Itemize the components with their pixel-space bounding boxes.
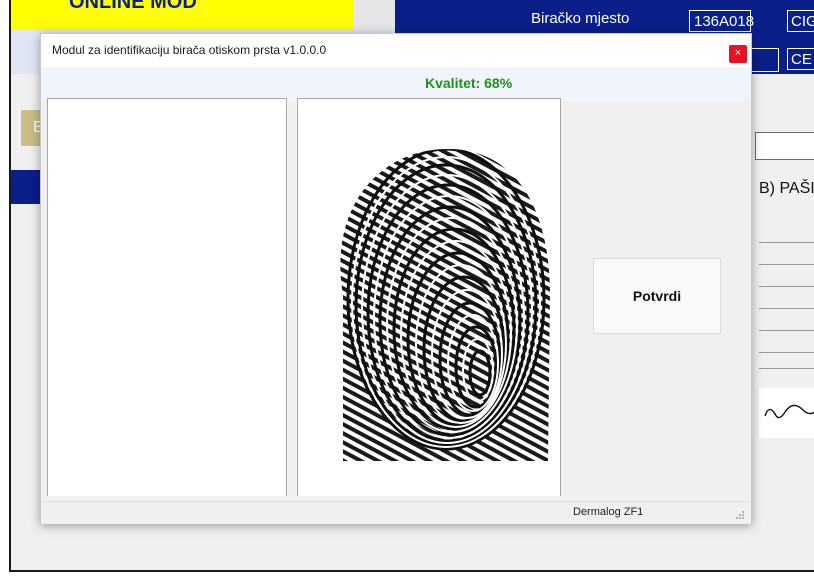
voter-name-fragment: B) PAŠI( — [759, 180, 814, 197]
reference-fingerprint-panel — [47, 98, 287, 496]
form-line — [759, 352, 814, 353]
fingerprint-image — [340, 149, 550, 461]
resize-grip-icon[interactable] — [735, 510, 745, 520]
header-field-top-right: CIG — [787, 10, 814, 32]
device-status: Dermalog ZF1 — [573, 506, 644, 518]
dialog-titlebar[interactable]: Modul za identifikaciju birača otiskom p… — [41, 34, 751, 67]
polling-station-value: 136A018 — [689, 10, 754, 32]
fingerprint-dialog: Modul za identifikaciju birača otiskom p… — [40, 33, 752, 524]
form-line — [759, 330, 814, 331]
signature-area — [759, 388, 814, 438]
header-field-second-right: CE — [787, 48, 814, 70]
dialog-header-area — [41, 67, 751, 101]
signature-image — [764, 404, 814, 419]
close-icon: × — [734, 47, 742, 59]
close-button[interactable]: × — [729, 45, 747, 63]
online-mode-label: ONLINE MOD — [69, 0, 197, 13]
polling-station-label: Biračko mjesto — [531, 10, 630, 27]
dialog-statusbar: Dermalog ZF1 — [41, 501, 751, 524]
dialog-title: Modul za identifikaciju birača otiskom p… — [52, 43, 327, 57]
header-separator — [353, 0, 395, 30]
scanned-fingerprint-panel — [297, 98, 561, 496]
form-line — [759, 242, 814, 243]
online-mode-banner: ONLINE MOD — [11, 0, 353, 30]
form-line — [759, 368, 814, 369]
quality-indicator: Kvalitet: 68% — [425, 75, 513, 91]
form-line — [759, 286, 814, 287]
background-input-field[interactable] — [755, 132, 814, 160]
confirm-button[interactable]: Potvrdi — [593, 258, 721, 334]
form-line — [759, 264, 814, 265]
form-line — [759, 308, 814, 309]
